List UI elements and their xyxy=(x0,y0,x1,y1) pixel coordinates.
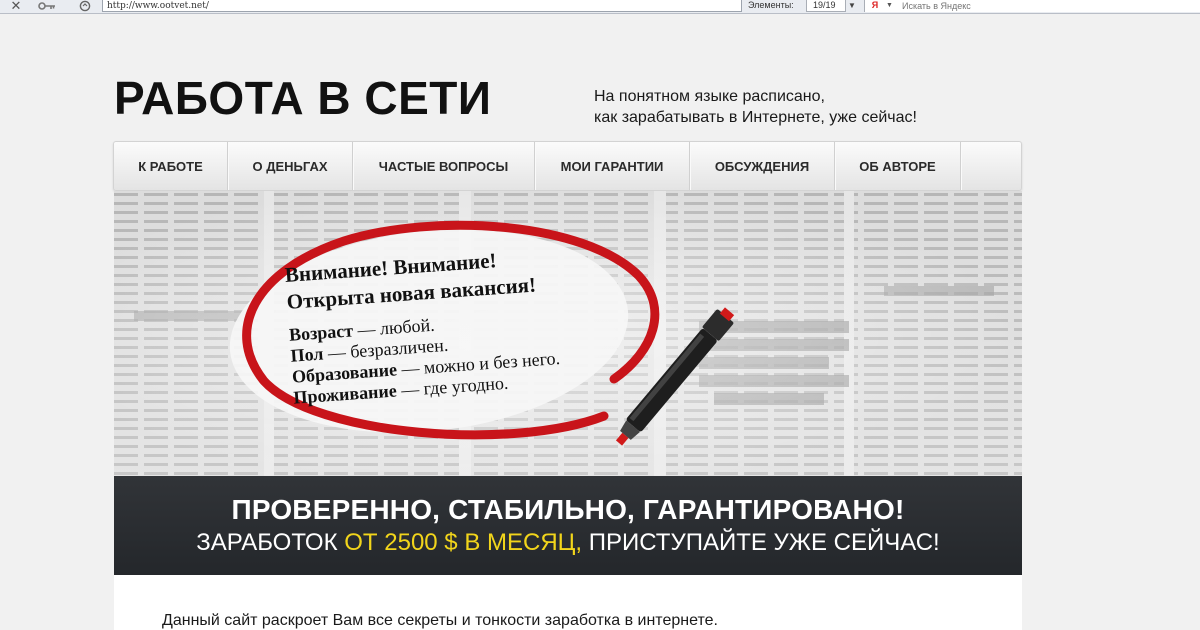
banner-sub-after: ПРИСТУПАЙТЕ УЖЕ СЕЙЧАС! xyxy=(582,529,940,556)
intro-paragraph: Данный сайт раскроет Вам все секреты и т… xyxy=(162,612,718,629)
nav-item-guarantees[interactable]: МОИ ГАРАНТИИ xyxy=(535,142,690,190)
hero-image xyxy=(114,191,1022,476)
tagline-line-1: На понятном языке расписано, xyxy=(594,88,825,105)
site-title[interactable]: РАБОТА В СЕТИ xyxy=(114,72,491,124)
content-area: Данный сайт раскроет Вам все секреты и т… xyxy=(114,575,1022,630)
compat-icon[interactable] xyxy=(78,0,92,12)
browser-toolbar: ✕ Элементы: 19/19 ▼ Я ▼ xyxy=(0,0,1200,14)
elements-label: Элементы: xyxy=(748,0,794,10)
nav-item-work[interactable]: К РАБОТЕ xyxy=(114,142,228,190)
banner-subtitle: ЗАРАБОТОК ОТ 2500 $ В МЕСЯЦ, ПРИСТУПАЙТЕ… xyxy=(114,528,1022,558)
nav-item-discussions[interactable]: ОБСУЖДЕНИЯ xyxy=(690,142,835,190)
dropdown-icon[interactable]: ▼ xyxy=(846,0,858,12)
nav-item-faq[interactable]: ЧАСТЫЕ ВОПРОСЫ xyxy=(353,142,535,190)
promo-banner: ПРОВЕРЕННО, СТАБИЛЬНО, ГАРАНТИРОВАНО! ЗА… xyxy=(114,476,1022,575)
nav-item-about[interactable]: ОБ АВТОРЕ xyxy=(835,142,961,190)
chevron-down-icon[interactable]: ▼ xyxy=(886,0,893,11)
search-input[interactable] xyxy=(902,0,1019,12)
banner-sub-highlight: ОТ 2500 $ В МЕСЯЦ, xyxy=(344,529,583,556)
close-icon[interactable]: ✕ xyxy=(9,0,23,13)
banner-title: ПРОВЕРЕННО, СТАБИЛЬНО, ГАРАНТИРОВАНО! xyxy=(231,494,905,525)
key-icon[interactable] xyxy=(38,0,56,12)
address-bar[interactable] xyxy=(102,0,742,12)
tagline-line-2: как зарабатывать в Интернете, уже сейчас… xyxy=(594,109,917,126)
banner-sub-before: ЗАРАБОТОК xyxy=(196,529,345,556)
yandex-icon[interactable]: Я xyxy=(870,0,880,11)
tagline: На понятном языке расписано, как зарабат… xyxy=(594,86,917,128)
vacancy-ad-text: Внимание! Внимание! Открыта новая ваканс… xyxy=(284,243,562,408)
nav-item-money[interactable]: О ДЕНЬГАХ xyxy=(228,142,353,190)
newspaper-background xyxy=(114,191,1022,476)
main-nav: К РАБОТЕ О ДЕНЬГАХ ЧАСТЫЕ ВОПРОСЫ МОИ ГА… xyxy=(113,141,1022,191)
ad-row-term: Пол xyxy=(289,343,325,366)
elements-count-field[interactable]: 19/19 xyxy=(806,0,846,12)
